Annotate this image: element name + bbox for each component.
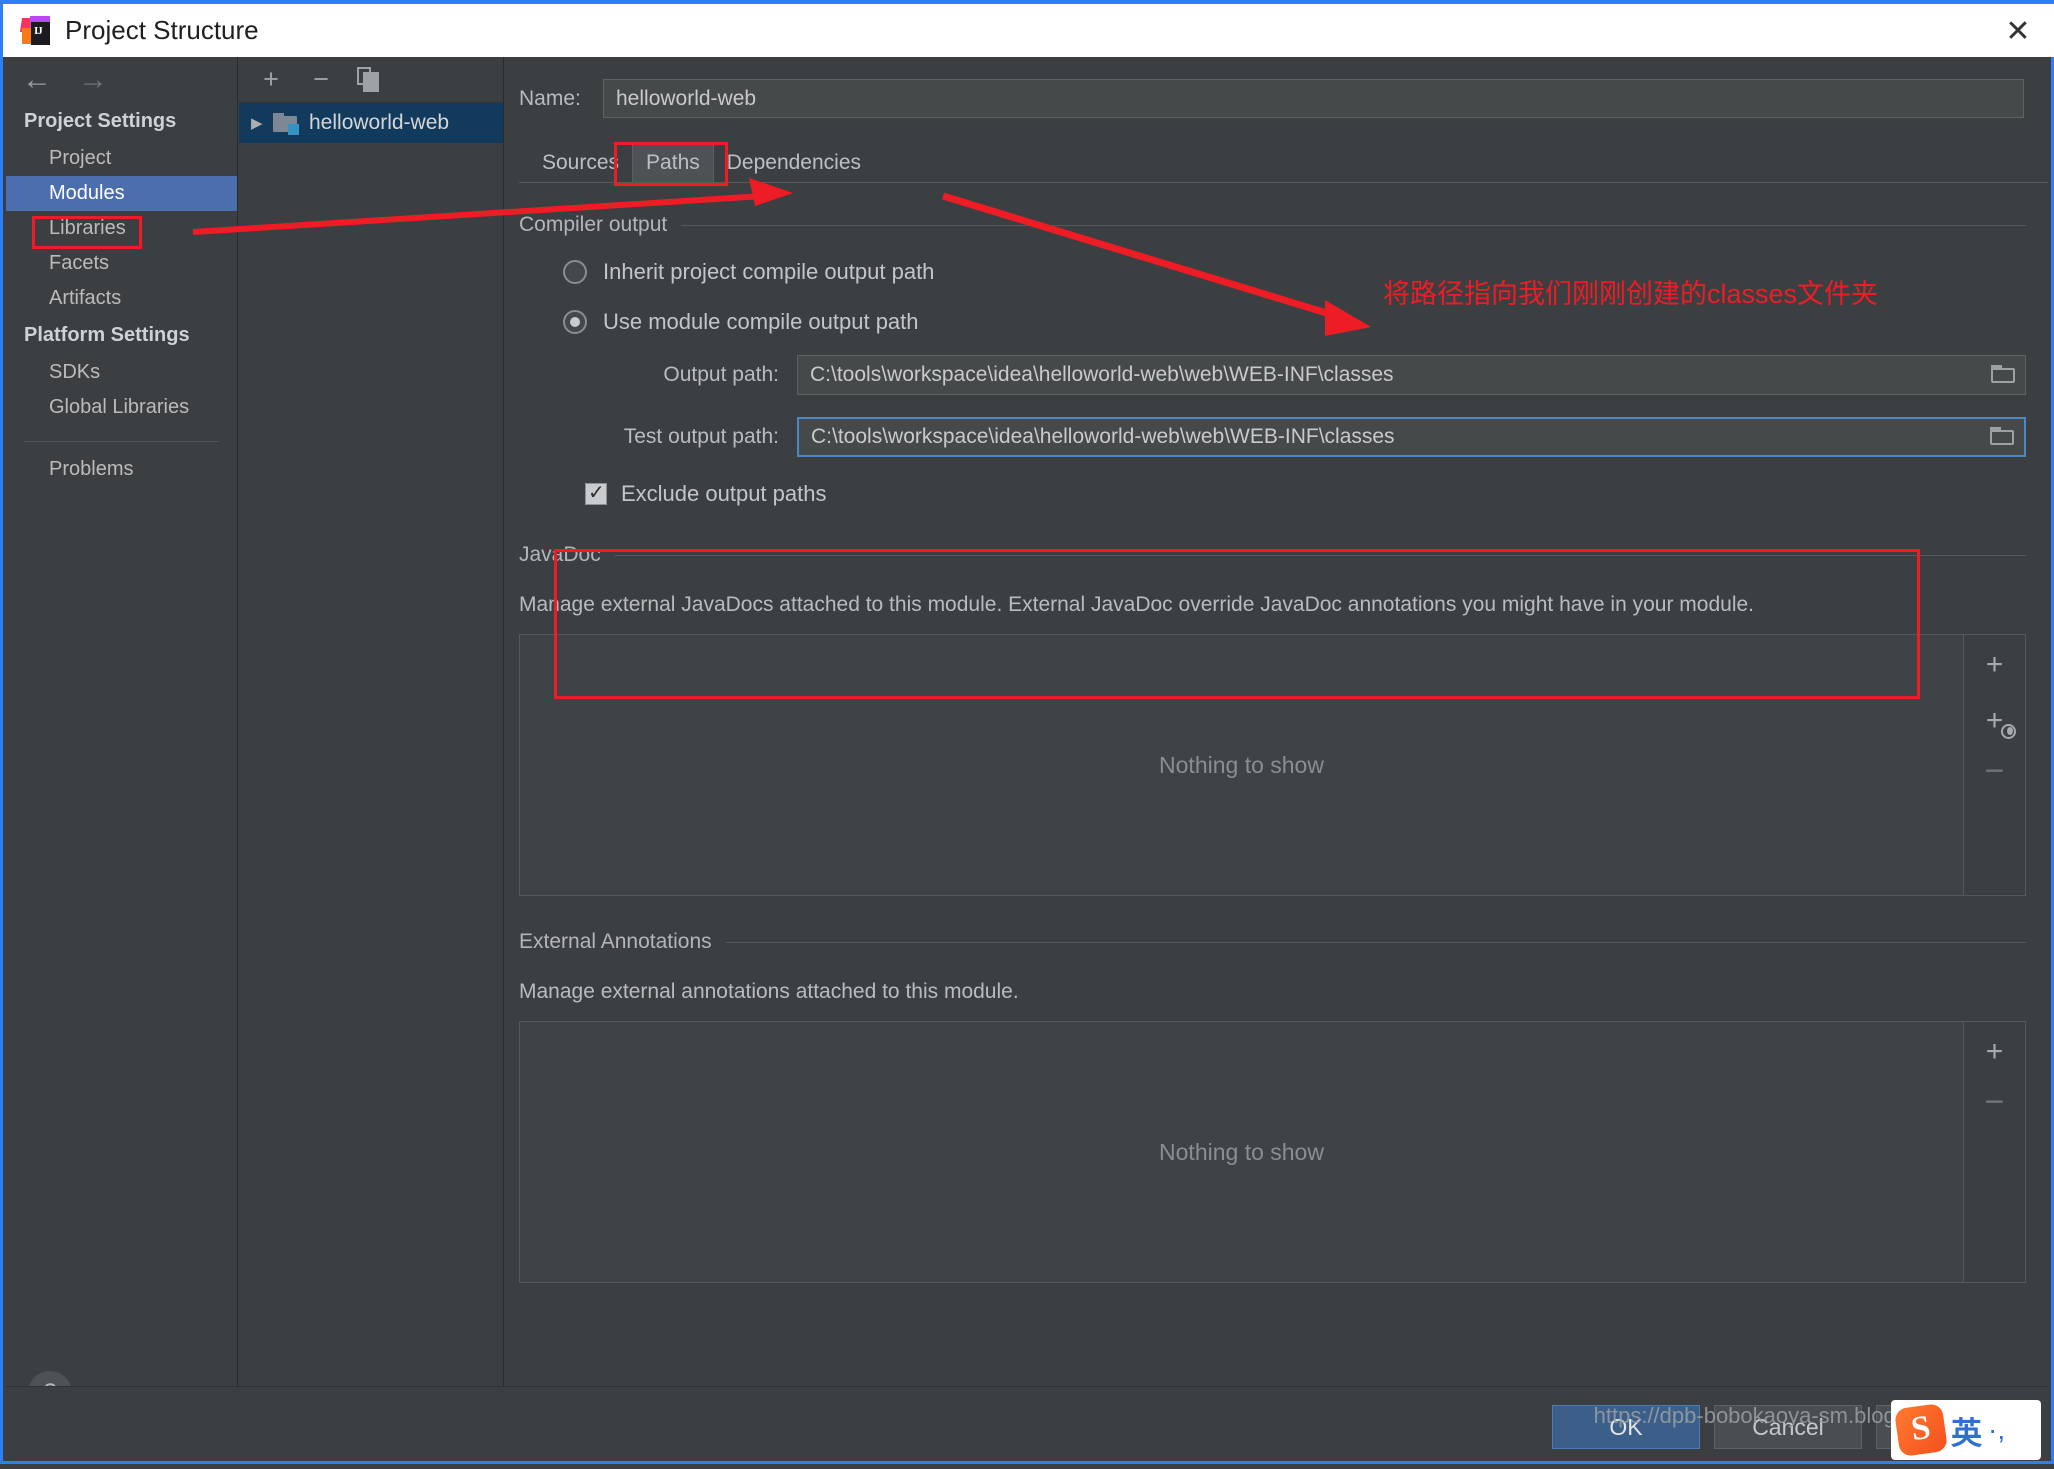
section-divider (725, 941, 2026, 943)
title-bar: IJ Project Structure ✕ (3, 0, 2054, 57)
external-annotations-toolbar: + − (1964, 1021, 2026, 1283)
ime-punctuation-label[interactable]: ·, (1988, 1414, 2005, 1446)
sidebar-item-sdks[interactable]: SDKs (6, 355, 237, 390)
output-path-input[interactable]: C:\tools\workspace\idea\helloworld-web\w… (797, 355, 2026, 395)
external-annotations-title: External Annotations (519, 930, 2026, 954)
forward-arrow-icon[interactable]: → (78, 64, 108, 95)
sidebar-item-artifacts[interactable]: Artifacts (6, 281, 237, 316)
sidebar-item-libraries[interactable]: Libraries (6, 211, 237, 246)
module-name-field-label: Name: (519, 86, 581, 110)
sidebar-nav: ← → (6, 57, 237, 102)
javadoc-title: JavaDoc (519, 543, 2026, 567)
module-name-row: Name: helloworld-web (505, 57, 2048, 118)
javadoc-description: Manage external JavaDocs attached to thi… (519, 593, 1755, 616)
module-tabs: Sources Paths Dependencies (519, 144, 2048, 183)
javadoc-add-url-button[interactable]: + (1978, 705, 2016, 739)
sidebar-group-project-settings: Project Settings (24, 110, 177, 132)
sidebar-item-facets[interactable]: Facets (6, 246, 237, 281)
module-tree-row[interactable]: ▶ helloworld-web (239, 103, 503, 143)
javadoc-add-button[interactable]: + (1978, 649, 2012, 683)
globe-icon (2000, 724, 2016, 739)
test-output-path-input[interactable]: C:\tools\workspace\idea\helloworld-web\w… (797, 417, 2026, 457)
inherit-output-radio-row[interactable]: Inherit project compile output path (519, 259, 2026, 285)
tab-dependencies[interactable]: Dependencies (714, 145, 874, 182)
logo-letters: IJ (34, 24, 43, 37)
output-path-label: Output path: (663, 363, 779, 386)
test-output-path-label: Test output path: (623, 425, 779, 448)
compiler-output-title: Compiler output (519, 213, 2026, 237)
javadoc-empty-text: Nothing to show (519, 634, 1964, 896)
inherit-output-radio[interactable] (563, 260, 587, 284)
external-annotations-empty-text: Nothing to show (519, 1021, 1964, 1283)
sidebar-item-modules[interactable]: Modules (6, 176, 237, 211)
module-output-label: Use module compile output path (603, 309, 919, 334)
module-output-radio[interactable] (563, 310, 587, 334)
module-details-panel: Name: helloworld-web Sources Paths Depen… (505, 57, 2048, 1387)
external-annotations-list-panel: Nothing to show + − (519, 1021, 2026, 1283)
module-folder-icon (273, 113, 299, 135)
ime-indicator: S 英 ·, (1891, 1400, 2041, 1460)
tabs-container: Sources Paths Dependencies (519, 142, 2048, 186)
test-output-path-value: C:\tools\workspace\idea\helloworld-web\w… (811, 425, 1395, 448)
exclude-output-paths-checkbox[interactable] (585, 480, 607, 505)
exclude-output-paths-label: Exclude output paths (621, 481, 827, 506)
javadoc-list-panel: Nothing to show + + − (519, 634, 2026, 896)
folder-browse-icon[interactable] (1988, 426, 2018, 448)
close-icon[interactable]: ✕ (2001, 16, 2035, 50)
sidebar-divider (24, 441, 219, 442)
settings-sidebar: ← → Project Settings Project Modules Lib… (6, 57, 238, 1415)
sidebar-item-global-libraries[interactable]: Global Libraries (6, 390, 237, 425)
compiler-output-section: Compiler output Inherit project compile … (519, 213, 2026, 699)
sidebar-item-project[interactable]: Project (6, 141, 237, 176)
module-name-input[interactable]: helloworld-web (603, 79, 2024, 118)
tab-paths[interactable]: Paths (632, 144, 714, 182)
sidebar-item-problems[interactable]: Problems (6, 452, 237, 487)
inherit-output-label: Inherit project compile output path (603, 259, 935, 284)
tab-sources[interactable]: Sources (529, 145, 632, 182)
project-structure-dialog: IJ Project Structure ✕ ← → Project Setti… (0, 0, 2054, 1464)
module-list-panel: + − ▶ helloworld-web (239, 57, 504, 1387)
javadoc-remove-button[interactable]: − (1978, 754, 2012, 795)
output-path-value: C:\tools\workspace\idea\helloworld-web\w… (810, 363, 1394, 386)
external-annotations-section: External Annotations Manage external ann… (519, 930, 2026, 1283)
add-module-button[interactable]: + (257, 65, 285, 94)
javadoc-section: JavaDoc Manage external JavaDocs attache… (519, 543, 2026, 896)
sidebar-group-platform-settings: Platform Settings (24, 324, 190, 346)
external-annotations-remove-button[interactable]: − (1978, 1085, 2012, 1126)
test-output-path-row: Test output path: C:\tools\workspace\ide… (519, 417, 2026, 457)
module-output-radio-row[interactable]: Use module compile output path (519, 309, 2026, 335)
external-annotations-description: Manage external annotations attached to … (519, 980, 1019, 1003)
copy-module-button[interactable] (357, 66, 383, 93)
expand-triangle-icon[interactable]: ▶ (251, 114, 273, 132)
section-divider (681, 224, 2026, 226)
back-arrow-icon[interactable]: ← (22, 64, 52, 95)
folder-browse-icon[interactable] (1989, 364, 2019, 386)
remove-module-button[interactable]: − (307, 65, 335, 94)
sogou-logo-icon: S (1893, 1402, 1949, 1458)
exclude-output-paths-row[interactable]: Exclude output paths (519, 480, 2026, 507)
external-annotations-add-button[interactable]: + (1978, 1036, 2012, 1070)
ime-mode-label[interactable]: 英 (1951, 1408, 1982, 1453)
intellij-logo-icon: IJ (20, 15, 51, 46)
module-name-label: helloworld-web (309, 111, 450, 134)
module-toolbar: + − (239, 57, 503, 103)
output-path-row: Output path: C:\tools\workspace\idea\hel… (519, 355, 2026, 395)
window-title: Project Structure (65, 15, 259, 45)
javadoc-toolbar: + + − (1964, 634, 2026, 896)
section-divider (614, 554, 2026, 556)
